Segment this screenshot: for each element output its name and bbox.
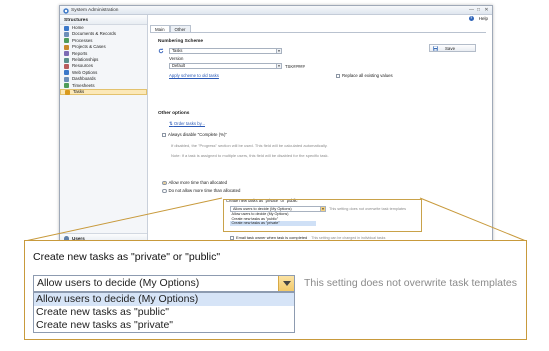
create-tasks-note: This setting does not overwrite task tem… [304,277,518,289]
create-tasks-option[interactable]: Create new tasks as "private" [34,319,294,332]
other-options-title: Other options [158,111,190,116]
projects-icon [64,44,69,50]
radio-selected-icon [162,180,167,186]
chevron-down-icon[interactable] [278,276,294,291]
checkbox-icon [162,132,166,137]
replace-values-label: Replace all existing values [342,73,393,78]
numbering-scheme-value: Tasks [172,48,183,53]
no-allow-radio[interactable]: Do not allow more time than allocated [162,188,241,194]
radio-icon [162,188,167,194]
numbering-scheme-select[interactable]: Tasks ▼ [169,48,282,54]
sidebar-list: Home Documents & Records Processes Projects… [60,25,147,96]
create-tasks-select[interactable]: Allow users to decide (My Options) [33,275,295,292]
create-tasks-dropdown-list: Allow users to decide (My Options) Create… [33,292,295,333]
close-button[interactable]: ✕ [483,7,490,13]
multi-user-note: Note: If a task is assigned to multiple … [171,153,329,158]
order-tasks-label: Order tasks by... [173,121,206,126]
sidebar-header: Structures [60,15,147,25]
version-label: Version [169,56,184,61]
relationships-icon [64,57,69,63]
progress-note: If disabled, the "Progress" section will… [171,143,328,148]
refresh-icon[interactable] [158,48,164,54]
home-icon [64,25,69,31]
sidebar-item-label: Tasks [73,88,85,94]
window-title: System Administration [71,7,119,13]
zoom-highlight-box [223,199,422,232]
maximize-button[interactable]: □ [475,7,482,13]
minimize-button[interactable]: — [468,7,475,13]
version-select[interactable]: Default ▼ [169,63,282,69]
create-tasks-value: Allow users to decide (My Options) [37,277,200,289]
save-button[interactable]: Save [429,44,476,52]
app-window: System Administration — □ ✕ Structures H… [59,5,493,250]
sidebar-item-tasks[interactable]: Tasks [60,88,147,96]
processes-icon [64,38,69,44]
app-icon [63,7,69,14]
tab-divider [150,32,486,33]
timesheets-icon [64,83,69,89]
create-tasks-option[interactable]: Allow users to decide (My Options) [34,293,294,306]
checkbox-icon [336,73,340,78]
numbering-code: TSK##### [285,63,305,69]
title-bar: System Administration — □ ✕ [60,6,492,15]
zoom-callout: Create new tasks as "private" or "public… [24,240,527,340]
version-value: Default [172,63,185,68]
reports-icon [64,51,69,57]
documents-icon [64,32,69,38]
replace-values-checkbox[interactable]: Replace all existing values [336,73,393,78]
save-label: Save [445,45,456,51]
always-disable-label: Always disable "Complete (%)" [168,132,227,137]
sidebar: Structures Home Documents & Records Proces… [60,15,148,249]
no-allow-label: Do not allow more time than allocated [168,188,241,193]
help-icon[interactable]: ? [468,16,474,21]
help-link[interactable]: Help [479,16,488,21]
chevron-down-icon: ▼ [276,49,281,53]
resources-icon [64,64,69,70]
create-tasks-option[interactable]: Create new tasks as "public" [34,306,294,319]
web-options-icon [64,70,69,76]
allow-more-radio[interactable]: Allow more time than allocated [162,180,228,186]
tasks-icon [65,89,70,95]
save-icon [433,45,438,51]
numbering-section-title: Numbering Scheme [158,39,204,44]
create-tasks-label: Create new tasks as "private" or "public… [33,251,221,263]
chevron-down-icon: ▼ [276,64,281,68]
order-tasks-link[interactable]: ⇅ Order tasks by... [169,121,205,127]
order-icon: ⇅ [169,121,173,126]
always-disable-checkbox[interactable]: Always disable "Complete (%)" [162,132,227,137]
help-bar: ? Help [468,16,488,21]
apply-scheme-link[interactable]: Apply scheme to old tasks [169,73,219,78]
allow-more-label: Allow more time than allocated [168,180,228,185]
dashboards-icon [64,76,69,82]
